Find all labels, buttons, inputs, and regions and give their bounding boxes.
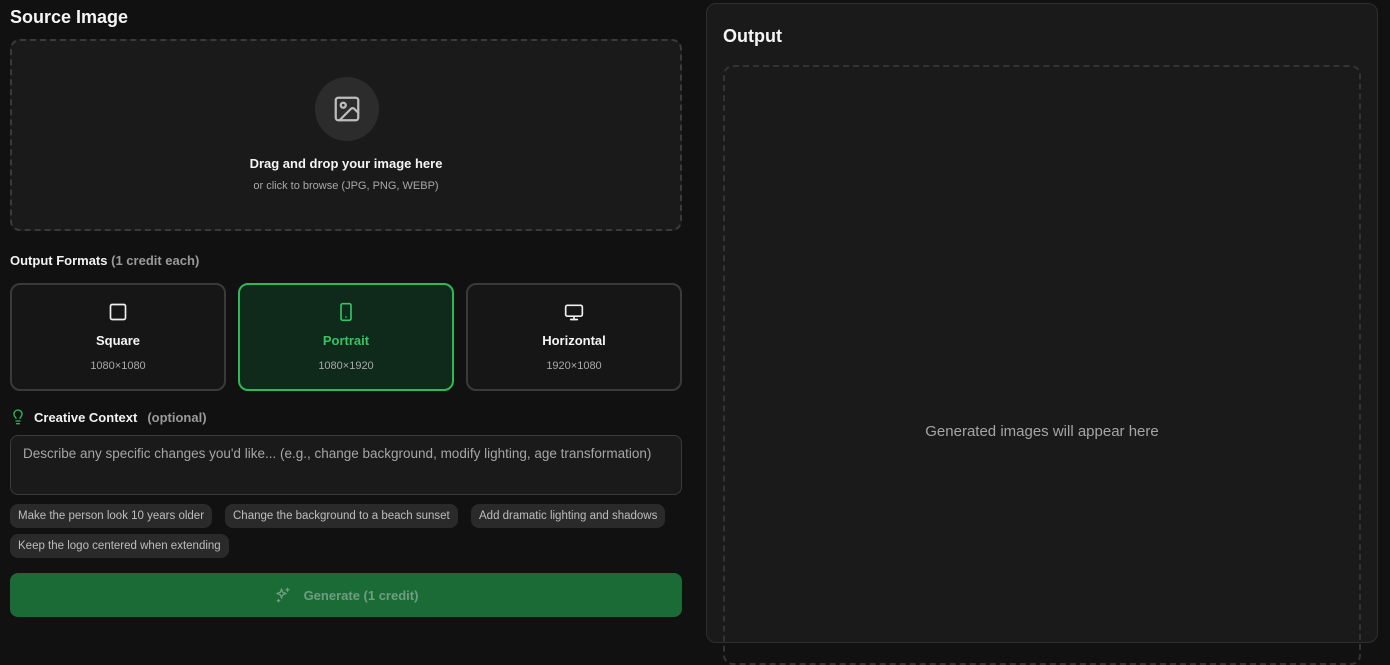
image-icon-circle (315, 77, 379, 141)
output-empty-message: Generated images will appear here (925, 423, 1159, 440)
suggestion-chip[interactable]: Make the person look 10 years older (10, 504, 213, 528)
dropzone-title: Drag and drop your image here (249, 156, 443, 171)
format-dimensions: 1080×1080 (90, 360, 146, 372)
image-icon (334, 96, 360, 122)
monitor-icon (564, 304, 584, 321)
creative-context-input[interactable] (10, 435, 682, 495)
sparkles-icon (275, 587, 290, 603)
format-dimensions: 1920×1080 (546, 360, 602, 372)
suggestion-chip[interactable]: Add dramatic lighting and shadows (471, 504, 666, 528)
output-panel: Output Generated images will appear here (706, 3, 1378, 665)
format-name: Square (95, 333, 141, 348)
lightbulb-icon (13, 409, 23, 425)
generate-button-label: Generate (1 credit) (303, 587, 419, 603)
creative-context-note: (optional) (147, 409, 207, 425)
formats-label-note: (1 credit each) (111, 253, 200, 268)
square-icon (109, 303, 127, 321)
format-dimensions: 1080×1920 (318, 360, 374, 372)
format-name: Horizontal (542, 333, 606, 348)
formats-label-text: Output Formats (10, 253, 108, 268)
suggestion-chip[interactable]: Change the background to a beach sunset (225, 504, 458, 528)
formats-label: Output Formats (1 credit each) (10, 253, 199, 268)
dropzone-subtitle: or click to browse (JPG, PNG, WEBP) (253, 180, 439, 192)
image-dropzone[interactable]: Drag and drop your image here or click t… (10, 39, 682, 231)
output-area: Generated images will appear here (723, 65, 1361, 665)
source-title: Source Image (10, 7, 129, 27)
format-card-portrait[interactable]: Portrait 1080×1920 (238, 283, 454, 391)
format-name: Portrait (322, 333, 370, 348)
source-panel: Source Image Drag and drop your image he… (10, 0, 682, 625)
format-card-horizontal[interactable]: Horizontal 1920×1080 (466, 283, 682, 391)
creative-context-text: Creative Context (34, 409, 138, 425)
creative-context-label: Creative Context (optional) (10, 409, 207, 425)
smartphone-icon (340, 302, 352, 322)
suggestion-chip[interactable]: Keep the logo centered when extending (10, 534, 229, 558)
generate-button[interactable]: Generate (1 credit) (10, 573, 682, 617)
format-card-square[interactable]: Square 1080×1080 (10, 283, 226, 391)
output-title: Output (723, 26, 782, 46)
